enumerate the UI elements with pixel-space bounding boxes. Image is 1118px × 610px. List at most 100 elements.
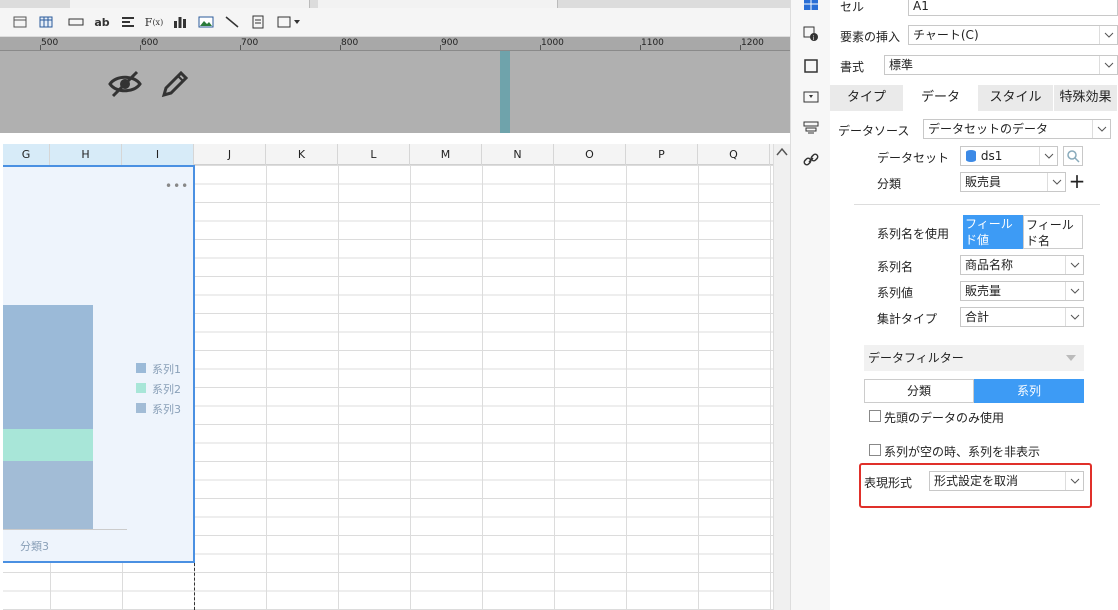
dataset-value: ds1 (980, 149, 1003, 163)
column-header-m[interactable]: M (410, 144, 482, 165)
cell-label: セル (840, 0, 865, 14)
chart-element[interactable]: ••• 系列1 系列2 系列3 分類3 (3, 165, 195, 563)
legend-swatch-3 (136, 403, 146, 413)
chevron-down-icon[interactable] (1099, 56, 1117, 74)
category-label: 分類 (877, 177, 902, 191)
legend-swatch-1 (136, 363, 146, 373)
preview-divider[interactable] (500, 51, 510, 133)
dataset-select[interactable]: ds1 (960, 146, 1058, 166)
scroll-up-icon[interactable] (774, 146, 790, 158)
category-label: 分類3 (20, 540, 49, 553)
format-value: 標準 (889, 58, 914, 72)
document-icon[interactable] (248, 13, 268, 31)
column-header-l[interactable]: L (338, 144, 410, 165)
side-icon-strip: i (790, 0, 830, 610)
series-value-value: 販売量 (965, 284, 1002, 298)
add-icon[interactable]: + (1068, 171, 1086, 192)
widget-icon[interactable] (801, 87, 821, 107)
toggle-field-value[interactable]: フィールド値 (963, 215, 1023, 249)
series-name-select[interactable]: 商品名称 (960, 255, 1084, 275)
format-label: 書式 (840, 60, 865, 74)
column-header-q[interactable]: Q (698, 144, 770, 165)
column-header-n[interactable]: N (482, 144, 554, 165)
text-ab-icon[interactable]: ab (92, 13, 112, 31)
data-filter-section[interactable]: データフィルター (864, 345, 1084, 371)
chevron-down-icon[interactable] (1065, 282, 1083, 300)
chevron-down-icon[interactable] (1065, 472, 1083, 490)
aggregate-type-select[interactable]: 合計 (960, 307, 1084, 327)
tab-data[interactable]: データ (904, 85, 978, 111)
display-format-select[interactable]: 形式設定を取消 (929, 471, 1084, 491)
column-header-g[interactable]: G (3, 144, 50, 165)
column-header-k[interactable]: K (266, 144, 338, 165)
tab-style[interactable]: スタイル (978, 85, 1054, 111)
cell-props-icon[interactable] (801, 0, 821, 14)
chevron-down-icon[interactable] (1065, 256, 1083, 274)
align-icon[interactable] (118, 13, 138, 31)
border-icon[interactable] (801, 56, 821, 76)
first-data-only-checkbox[interactable] (869, 410, 881, 422)
image-icon[interactable] (196, 13, 216, 31)
column-header: G H I J K L M N O P Q (3, 144, 773, 165)
bar-chart-icon[interactable] (170, 13, 190, 31)
slash-line-icon[interactable] (222, 13, 242, 31)
filter-tab-category[interactable]: 分類 (864, 379, 974, 403)
ruler-label: 1100 (641, 38, 664, 48)
hide-empty-series-label: 系列が空の時、系列を非表示 (884, 445, 1041, 459)
series-value-label: 系列値 (877, 286, 914, 300)
file-tab[interactable] (70, 0, 310, 8)
caret-down-icon[interactable] (1066, 355, 1076, 361)
cell-info-icon[interactable]: i (801, 24, 821, 44)
chevron-down-icon[interactable] (1099, 26, 1117, 44)
tab-effects[interactable]: 特殊効果 (1054, 85, 1118, 111)
more-options-icon[interactable]: ••• (165, 179, 189, 193)
formula-icon[interactable]: F (x) (144, 13, 164, 31)
filter-tab-series[interactable]: 系列 (974, 379, 1084, 403)
link-icon[interactable] (801, 150, 821, 170)
chart-bar-series2 (3, 429, 93, 461)
grid-table-icon[interactable] (36, 13, 56, 31)
column-header-i[interactable]: I (122, 144, 194, 165)
condition-icon[interactable] (801, 118, 821, 138)
display-format-label: 表現形式 (864, 476, 913, 490)
ruler-label: 800 (341, 38, 359, 48)
cell-input[interactable]: A1 (908, 0, 1118, 16)
hide-empty-series-checkbox[interactable] (869, 444, 881, 456)
datasource-value: データセットのデータ (928, 122, 1049, 136)
database-icon (966, 150, 976, 162)
preview-area (0, 51, 790, 133)
category-select[interactable]: 販売員 (960, 172, 1066, 192)
column-header-o[interactable]: O (554, 144, 626, 165)
series-name-label: 系列名 (877, 260, 914, 274)
chart-bar-series3 (3, 461, 93, 529)
insert-element-select[interactable]: チャート(C) (908, 25, 1118, 45)
tab-type[interactable]: タイプ (830, 85, 904, 111)
series-value-select[interactable]: 販売量 (960, 281, 1084, 301)
table-icon[interactable] (10, 13, 30, 31)
insert-element-value: チャート(C) (913, 28, 979, 42)
chevron-down-icon[interactable] (1092, 120, 1110, 138)
chart-axis (3, 529, 127, 530)
ruler-label: 900 (441, 38, 459, 48)
divider (854, 204, 1100, 205)
chevron-down-icon[interactable] (1047, 173, 1065, 191)
column-header-p[interactable]: P (626, 144, 698, 165)
search-icon[interactable] (1063, 146, 1083, 166)
chevron-down-icon[interactable] (1065, 308, 1083, 326)
column-header-j[interactable]: J (194, 144, 266, 165)
page-break-line (194, 563, 195, 610)
pencil-icon[interactable] (160, 69, 190, 102)
file-tab[interactable] (318, 0, 558, 8)
chevron-down-icon[interactable] (1039, 147, 1057, 165)
file-tab-strip (0, 0, 795, 8)
vertical-scrollbar[interactable] (773, 144, 790, 610)
format-select[interactable]: 標準 (884, 55, 1118, 75)
border-dropdown-icon[interactable] (276, 13, 304, 31)
datasource-select[interactable]: データセットのデータ (923, 119, 1111, 139)
ruler-label: 500 (41, 38, 59, 48)
properties-panel: セル A1 要素の挿入 チャート(C) 書式 標準 タイプ データ スタイル 特… (830, 0, 1118, 610)
column-header-h[interactable]: H (50, 144, 122, 165)
eye-slash-icon[interactable] (108, 69, 142, 102)
toggle-field-name[interactable]: フィールド名 (1023, 215, 1083, 249)
textbox-icon[interactable] (66, 13, 86, 31)
